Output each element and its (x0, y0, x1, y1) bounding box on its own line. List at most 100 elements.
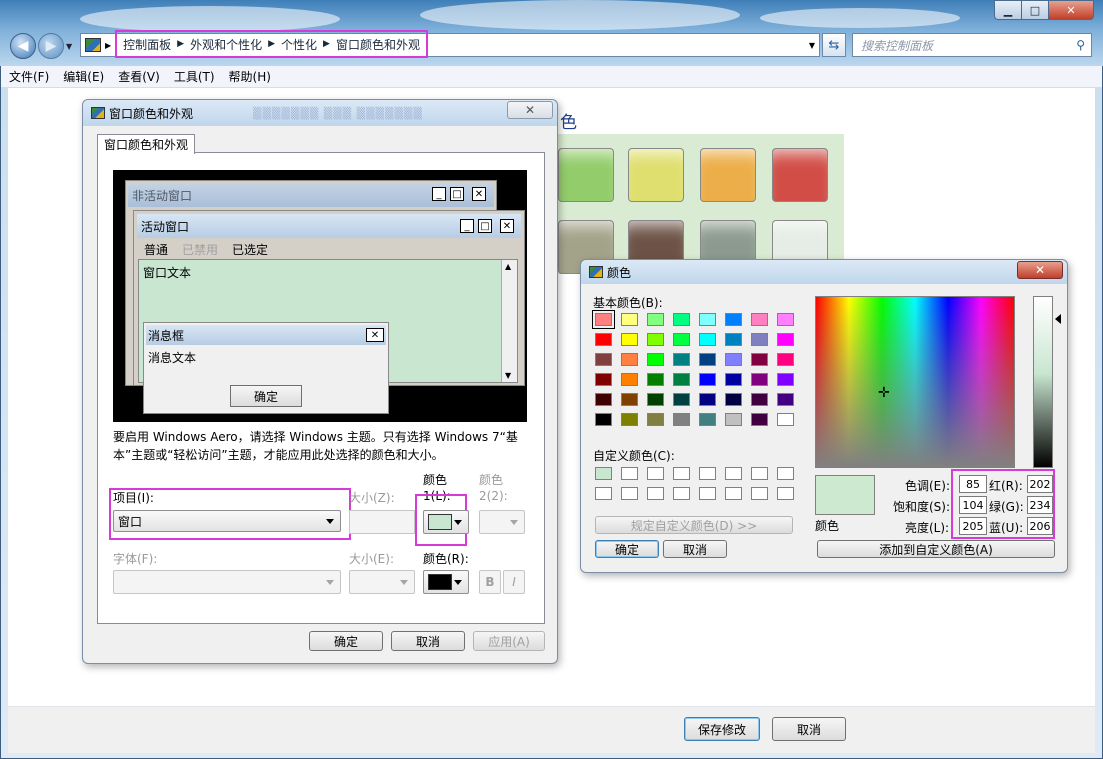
basic-color-swatch[interactable] (595, 393, 612, 406)
ok-button[interactable]: 确定 (309, 631, 383, 651)
forward-button[interactable]: ▶ (38, 33, 64, 59)
basic-color-swatch[interactable] (751, 373, 768, 386)
basic-color-swatch[interactable] (621, 413, 638, 426)
custom-color-swatch[interactable] (777, 467, 794, 480)
bold-button[interactable]: B (479, 570, 501, 594)
basic-color-swatch[interactable] (725, 353, 742, 366)
basic-color-swatch[interactable] (673, 413, 690, 426)
color-tile[interactable] (700, 148, 756, 202)
basic-color-swatch[interactable] (673, 313, 690, 326)
color-tile[interactable] (628, 148, 684, 202)
custom-color-swatch[interactable] (725, 487, 742, 500)
luminance-slider[interactable] (1033, 296, 1053, 468)
blue-input[interactable]: 206 (1027, 517, 1053, 535)
search-input[interactable]: 搜索控制面板 ⚲ (852, 33, 1092, 57)
refresh-icon[interactable]: ⇆ (822, 33, 846, 57)
basic-color-swatch[interactable] (725, 313, 742, 326)
basic-color-swatch[interactable] (647, 393, 664, 406)
menu-edit[interactable]: 编辑(E) (63, 68, 104, 85)
basic-color-swatch[interactable] (751, 393, 768, 406)
basic-color-swatch[interactable] (673, 333, 690, 346)
color-spectrum[interactable]: ✛ (815, 296, 1015, 468)
basic-color-swatch[interactable] (725, 393, 742, 406)
font-select[interactable] (113, 570, 341, 594)
basic-color-swatch[interactable] (699, 393, 716, 406)
close-button[interactable]: ✕ (1048, 0, 1094, 20)
custom-color-swatch[interactable] (621, 467, 638, 480)
color-dialog-close-button[interactable]: ✕ (1017, 261, 1063, 279)
dialog-close-button[interactable]: ✕ (507, 101, 553, 119)
menu-help[interactable]: 帮助(H) (229, 68, 271, 85)
back-button[interactable]: ◀ (10, 33, 36, 59)
basic-color-swatch[interactable] (592, 310, 615, 329)
basic-color-swatch[interactable] (777, 333, 794, 346)
basic-color-swatch[interactable] (777, 353, 794, 366)
luminance-input[interactable]: 205 (959, 517, 987, 535)
custom-color-swatch[interactable] (699, 487, 716, 500)
cancel-button[interactable]: 取消 (772, 717, 846, 741)
basic-color-swatch[interactable] (725, 413, 742, 426)
basic-color-swatch[interactable] (595, 373, 612, 386)
basic-color-swatch[interactable] (621, 393, 638, 406)
maximize-button[interactable]: □ (1021, 0, 1049, 20)
basic-color-swatch[interactable] (595, 353, 612, 366)
breadcrumb-item[interactable]: 个性化 (281, 36, 317, 53)
font-color-picker[interactable] (423, 570, 469, 594)
basic-color-swatch[interactable] (699, 373, 716, 386)
color-tile[interactable] (772, 148, 828, 202)
green-input[interactable]: 234 (1027, 496, 1053, 514)
chevron-down-icon[interactable]: ▼ (809, 41, 815, 50)
custom-color-swatch[interactable] (751, 467, 768, 480)
red-input[interactable]: 202 (1027, 475, 1053, 493)
basic-color-swatch[interactable] (621, 313, 638, 326)
basic-color-swatch[interactable] (647, 313, 664, 326)
menu-file[interactable]: 文件(F) (9, 68, 49, 85)
basic-color-swatch[interactable] (673, 373, 690, 386)
luminance-arrow-icon[interactable] (1055, 314, 1061, 324)
size-spinner[interactable] (349, 510, 415, 534)
saturation-input[interactable]: 104 (959, 496, 987, 514)
basic-color-swatch[interactable] (673, 353, 690, 366)
basic-color-swatch[interactable] (751, 353, 768, 366)
basic-color-swatch[interactable] (777, 373, 794, 386)
custom-color-swatch[interactable] (673, 487, 690, 500)
basic-color-swatch[interactable] (647, 413, 664, 426)
basic-color-swatch[interactable] (725, 333, 742, 346)
font-size-select[interactable] (349, 570, 415, 594)
custom-color-swatch[interactable] (621, 487, 638, 500)
color2-picker[interactable] (479, 510, 525, 534)
basic-color-swatch[interactable] (699, 353, 716, 366)
search-icon[interactable]: ⚲ (1076, 38, 1085, 52)
custom-color-swatch[interactable] (647, 467, 664, 480)
custom-color-swatch[interactable] (699, 467, 716, 480)
custom-color-swatch[interactable] (595, 487, 612, 500)
apply-button[interactable]: 应用(A) (473, 631, 545, 651)
custom-color-swatch[interactable] (673, 467, 690, 480)
custom-color-swatch[interactable] (751, 487, 768, 500)
basic-color-swatch[interactable] (751, 313, 768, 326)
basic-color-swatch[interactable] (673, 393, 690, 406)
address-bar[interactable]: ▶ 控制面板 ▶ 外观和个性化 ▶ 个性化 ▶ 窗口颜色和外观 ▼ (80, 30, 820, 58)
color1-picker[interactable] (423, 510, 469, 534)
breadcrumb-item[interactable]: 窗口颜色和外观 (336, 36, 420, 53)
basic-color-swatch[interactable] (751, 333, 768, 346)
custom-color-swatch[interactable] (647, 487, 664, 500)
menu-view[interactable]: 查看(V) (118, 68, 160, 85)
basic-color-swatch[interactable] (647, 353, 664, 366)
define-custom-colors-button[interactable]: 规定自定义颜色(D) >> (595, 516, 793, 534)
color-ok-button[interactable]: 确定 (595, 540, 659, 558)
tab-window-color[interactable]: 窗口颜色和外观 (97, 134, 195, 154)
basic-color-swatch[interactable] (777, 313, 794, 326)
cancel-button[interactable]: 取消 (391, 631, 465, 651)
save-changes-button[interactable]: 保存修改 (684, 717, 760, 741)
basic-color-swatch[interactable] (647, 373, 664, 386)
basic-color-swatch[interactable] (595, 413, 612, 426)
italic-button[interactable]: I (503, 570, 525, 594)
color-tile[interactable] (558, 148, 614, 202)
basic-color-swatch[interactable] (777, 393, 794, 406)
hue-input[interactable]: 85 (959, 475, 987, 493)
basic-color-swatch[interactable] (647, 333, 664, 346)
basic-color-swatch[interactable] (751, 413, 768, 426)
breadcrumb-item[interactable]: 外观和个性化 (190, 36, 262, 53)
custom-color-swatch[interactable] (725, 467, 742, 480)
